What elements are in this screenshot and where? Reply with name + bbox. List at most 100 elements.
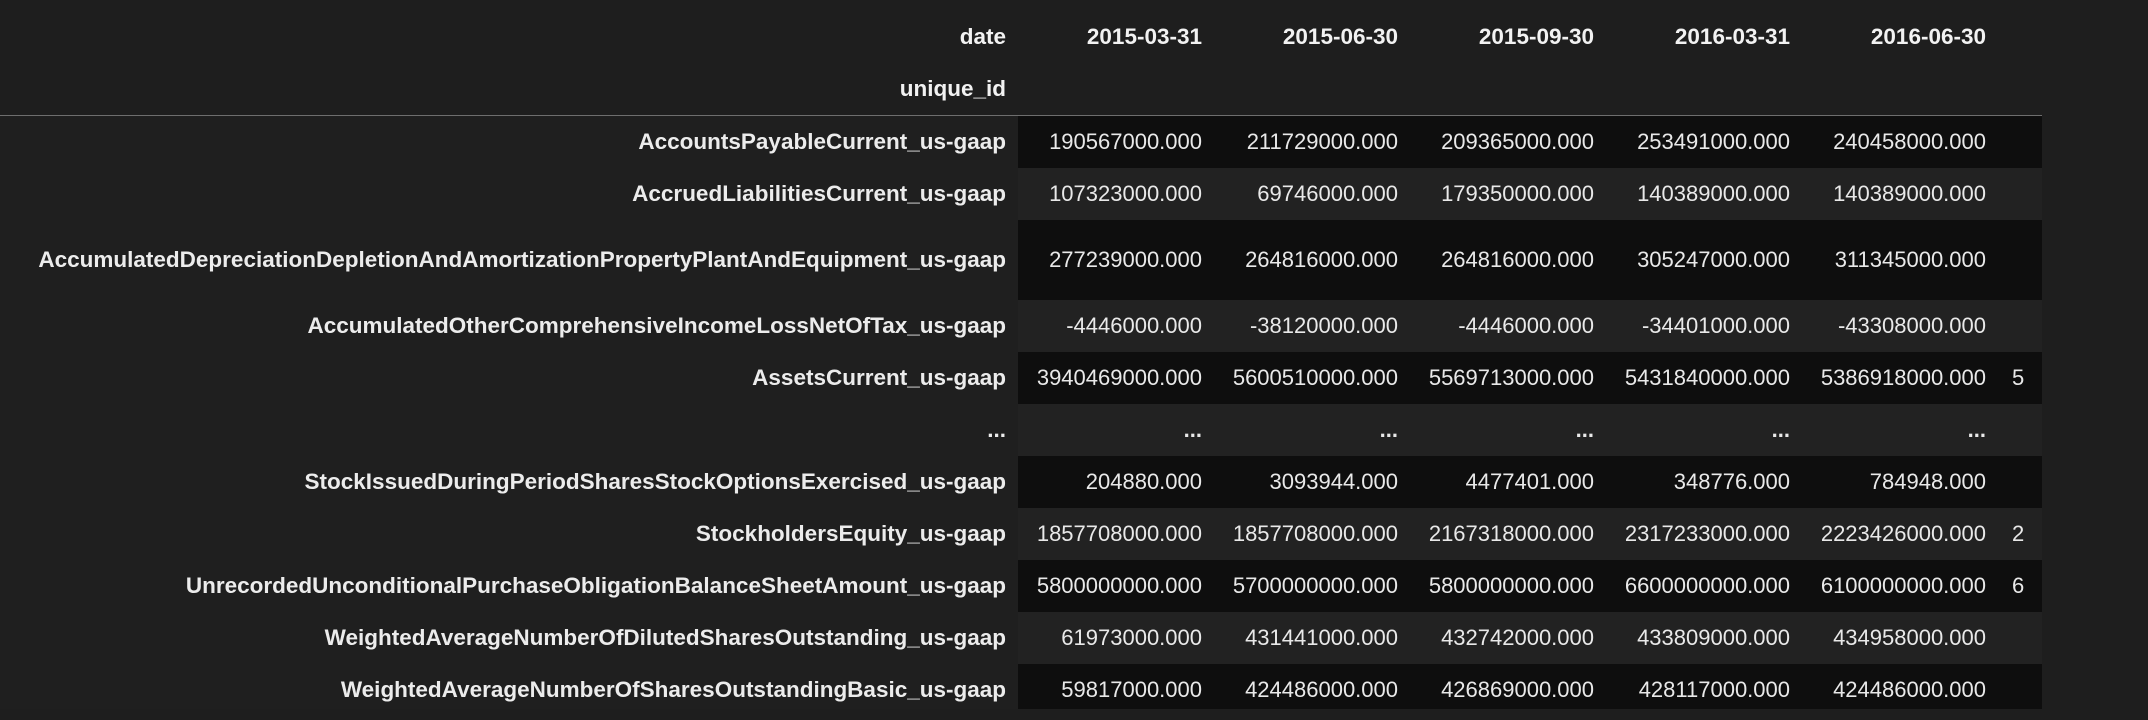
column-header-row: date 2015-03-31 2015-06-30 2015-09-30 20… — [0, 3, 2042, 62]
table-cell: ... — [1802, 403, 1998, 456]
table-cell-clipped — [1998, 455, 2042, 508]
table-cell: 5386918000.000 — [1802, 351, 1998, 404]
row-label: AssetsCurrent_us-gaap — [0, 351, 1018, 404]
table-row: AssetsCurrent_us-gaap 3940469000.000 560… — [0, 351, 2042, 404]
table-cell: -4446000.000 — [1410, 299, 1606, 352]
table-cell: 140389000.000 — [1606, 167, 1802, 220]
table-cell: 434958000.000 — [1802, 611, 1998, 664]
column-header: 2016-03-31 — [1674, 23, 1790, 49]
table-cell: 432742000.000 — [1410, 611, 1606, 664]
table-cell: 5569713000.000 — [1410, 351, 1606, 404]
row-label: AccumulatedOtherComprehensiveIncomeLossN… — [0, 299, 1018, 352]
table-cell: 5800000000.000 — [1410, 559, 1606, 612]
table-cell: 428117000.000 — [1606, 663, 1802, 709]
table-row: AccumulatedDepreciationDepletionAndAmort… — [0, 219, 2042, 300]
table-row: WeightedAverageNumberOfSharesOutstanding… — [0, 663, 2042, 709]
table-cell: 305247000.000 — [1606, 219, 1802, 300]
table-cell: 5800000000.000 — [1018, 559, 1214, 612]
table-cell: 277239000.000 — [1018, 219, 1214, 300]
table-cell: 204880.000 — [1018, 455, 1214, 508]
row-label: StockIssuedDuringPeriodSharesStockOption… — [0, 455, 1018, 508]
table-cell: 431441000.000 — [1214, 611, 1410, 664]
index-name-label: unique_id — [0, 62, 1018, 116]
table-cell: 311345000.000 — [1802, 219, 1998, 300]
table-cell-clipped: 5 — [1998, 351, 2042, 404]
table-cell: 6600000000.000 — [1606, 559, 1802, 612]
row-label: UnrecordedUnconditionalPurchaseObligatio… — [0, 559, 1018, 612]
table-cell: 433809000.000 — [1606, 611, 1802, 664]
column-header: 2015-03-31 — [1086, 23, 1202, 49]
table-cell: -38120000.000 — [1214, 299, 1410, 352]
table-cell: 69746000.000 — [1214, 167, 1410, 220]
table-row: StockIssuedDuringPeriodSharesStockOption… — [0, 455, 2042, 508]
table-cell: 2223426000.000 — [1802, 507, 1998, 560]
row-label: AccountsPayableCurrent_us-gaap — [0, 115, 1018, 168]
column-header: 2015-06-30 — [1282, 23, 1398, 49]
index-name-row: unique_id — [0, 62, 2042, 116]
table-cell: 1857708000.000 — [1214, 507, 1410, 560]
table-cell: 4477401.000 — [1410, 455, 1606, 508]
table-cell: 784948.000 — [1802, 455, 1998, 508]
row-label: StockholdersEquity_us-gaap — [0, 507, 1018, 560]
dataframe-table: date 2015-03-31 2015-06-30 2015-09-30 20… — [0, 3, 2042, 709]
table-cell: 107323000.000 — [1018, 167, 1214, 220]
table-row: UnrecordedUnconditionalPurchaseObligatio… — [0, 559, 2042, 612]
columns-name-label: date — [959, 23, 1006, 49]
table-cell-clipped — [1998, 663, 2042, 709]
ellipsis-row: ... ... ... ... ... ... — [0, 403, 2042, 456]
row-label: WeightedAverageNumberOfSharesOutstanding… — [0, 663, 1018, 709]
table-row: WeightedAverageNumberOfDilutedSharesOuts… — [0, 611, 2042, 664]
table-cell: 140389000.000 — [1802, 167, 1998, 220]
table-cell-clipped: 2 — [1998, 507, 2042, 560]
table-cell: 179350000.000 — [1410, 167, 1606, 220]
table-cell: 3940469000.000 — [1018, 351, 1214, 404]
table-row: AccruedLiabilitiesCurrent_us-gaap 107323… — [0, 167, 2042, 220]
table-cell: -43308000.000 — [1802, 299, 1998, 352]
table-cell: 264816000.000 — [1214, 219, 1410, 300]
table-cell: 59817000.000 — [1018, 663, 1214, 709]
table-cell: 2317233000.000 — [1606, 507, 1802, 560]
table-cell: 253491000.000 — [1606, 115, 1802, 168]
table-cell: 211729000.000 — [1214, 115, 1410, 168]
table-cell: 209365000.000 — [1410, 115, 1606, 168]
table-cell: 348776.000 — [1606, 455, 1802, 508]
table-cell: 1857708000.000 — [1018, 507, 1214, 560]
column-header: 2016-06-30 — [1870, 23, 1986, 49]
table-cell: 6100000000.000 — [1802, 559, 1998, 612]
table-cell: ... — [1606, 403, 1802, 456]
table-cell: 264816000.000 — [1410, 219, 1606, 300]
table-cell: -34401000.000 — [1606, 299, 1802, 352]
column-header: 2015-09-30 — [1478, 23, 1594, 49]
table-cell: ... — [1018, 403, 1214, 456]
row-label: AccruedLiabilitiesCurrent_us-gaap — [0, 167, 1018, 220]
table-row: AccountsPayableCurrent_us-gaap 190567000… — [0, 115, 2042, 168]
column-header-clipped — [1998, 3, 2042, 62]
table-cell: 5700000000.000 — [1214, 559, 1410, 612]
table-row: StockholdersEquity_us-gaap 1857708000.00… — [0, 507, 2042, 560]
table-cell-clipped — [1998, 115, 2042, 168]
table-cell: 5600510000.000 — [1214, 351, 1410, 404]
table-cell: 5431840000.000 — [1606, 351, 1802, 404]
table-cell: 2167318000.000 — [1410, 507, 1606, 560]
table-cell-clipped — [1998, 299, 2042, 352]
table-cell-clipped — [1998, 403, 2042, 456]
table-cell-clipped — [1998, 611, 2042, 664]
table-cell: 424486000.000 — [1802, 663, 1998, 709]
table-cell: ... — [1410, 403, 1606, 456]
dataframe-output[interactable]: date 2015-03-31 2015-06-30 2015-09-30 20… — [0, 3, 2148, 709]
table-cell: 424486000.000 — [1214, 663, 1410, 709]
table-cell: 240458000.000 — [1802, 115, 1998, 168]
table-cell: 426869000.000 — [1410, 663, 1606, 709]
row-label: WeightedAverageNumberOfDilutedSharesOuts… — [0, 611, 1018, 664]
row-label: ... — [0, 403, 1018, 456]
table-cell: 3093944.000 — [1214, 455, 1410, 508]
table-cell: -4446000.000 — [1018, 299, 1214, 352]
row-label: AccumulatedDepreciationDepletionAndAmort… — [0, 219, 1018, 300]
table-cell-clipped — [1998, 167, 2042, 220]
table-row: AccumulatedOtherComprehensiveIncomeLossN… — [0, 299, 2042, 352]
table-cell: 190567000.000 — [1018, 115, 1214, 168]
table-cell: ... — [1214, 403, 1410, 456]
table-cell-clipped: 6 — [1998, 559, 2042, 612]
table-cell: 61973000.000 — [1018, 611, 1214, 664]
table-cell-clipped — [1998, 219, 2042, 300]
